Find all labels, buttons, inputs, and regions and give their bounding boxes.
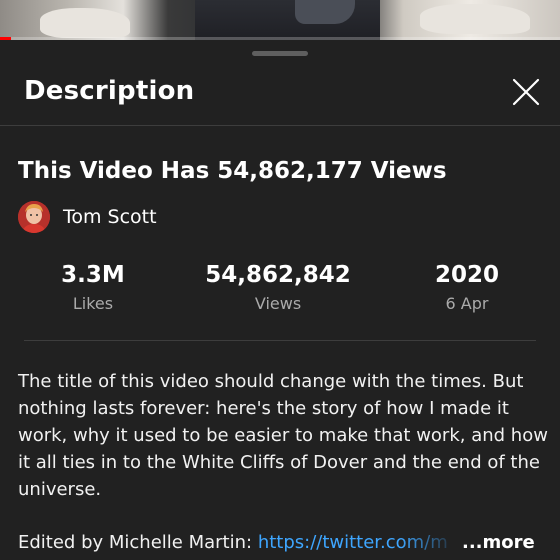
stat-date-day: 6 Apr bbox=[445, 294, 489, 313]
stat-views-label: Views bbox=[254, 294, 302, 313]
close-icon bbox=[512, 78, 540, 106]
description-sheet: Description This Video Has 54,862,177 Vi… bbox=[0, 40, 560, 560]
stat-likes: 3.3M Likes bbox=[8, 262, 178, 313]
stat-date: 2020 6 Apr bbox=[382, 262, 552, 313]
sheet-title: Description bbox=[24, 76, 195, 106]
video-title: This Video Has 54,862,177 Views bbox=[18, 158, 447, 184]
sheet-header: Description bbox=[0, 58, 560, 126]
video-frame-arm bbox=[295, 0, 355, 24]
edited-by-line: Edited by Michelle Martin: https://twitt… bbox=[18, 529, 448, 557]
avatar-image bbox=[18, 201, 50, 233]
stat-views: 54,862,842 Views bbox=[193, 262, 363, 313]
more-button[interactable]: ...more bbox=[462, 529, 535, 557]
channel-row[interactable]: Tom Scott bbox=[18, 200, 157, 234]
divider bbox=[24, 340, 536, 341]
video-player[interactable] bbox=[0, 0, 560, 40]
channel-avatar[interactable] bbox=[18, 201, 50, 233]
edited-by-prefix: Edited by Michelle Martin: bbox=[18, 532, 258, 553]
drag-handle[interactable] bbox=[252, 51, 308, 56]
text-fade bbox=[400, 529, 460, 557]
channel-name: Tom Scott bbox=[63, 206, 157, 228]
video-frame-rock bbox=[420, 4, 530, 34]
stats-row: 3.3M Likes 54,862,842 Views 2020 6 Apr bbox=[0, 262, 560, 322]
stat-likes-label: Likes bbox=[72, 294, 114, 313]
description-text: The title of this video should change wi… bbox=[18, 371, 548, 500]
close-button[interactable] bbox=[504, 70, 548, 114]
stat-likes-value: 3.3M bbox=[61, 262, 125, 288]
stat-views-value: 54,862,842 bbox=[205, 262, 351, 288]
stat-date-year: 2020 bbox=[434, 262, 499, 288]
video-frame-rock bbox=[40, 8, 130, 38]
